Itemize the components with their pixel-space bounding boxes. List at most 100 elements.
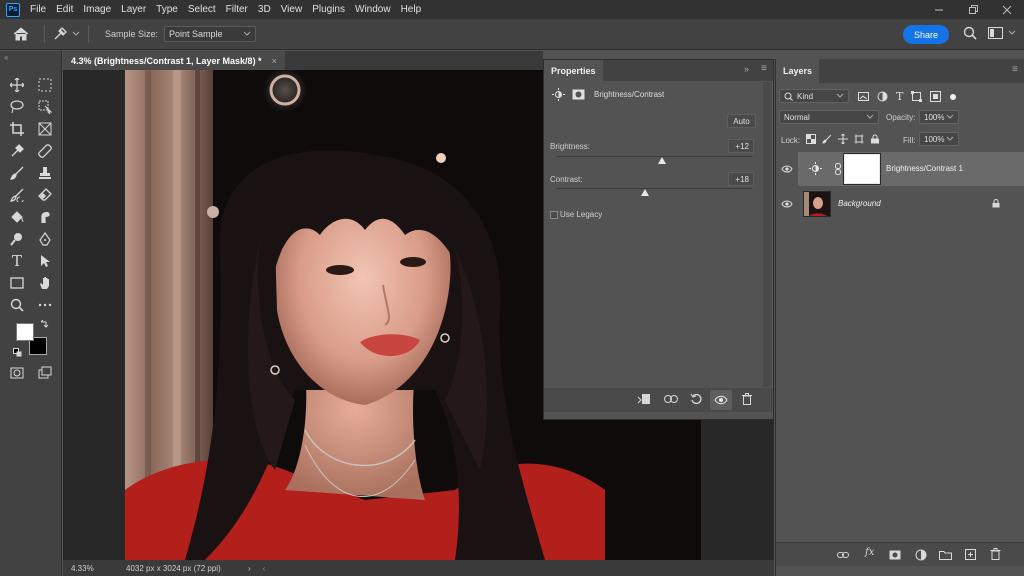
scroll-left-icon[interactable]: ‹ xyxy=(263,564,266,573)
lasso-tool-icon[interactable] xyxy=(6,97,28,117)
layer-row-background[interactable]: Background xyxy=(776,187,1024,221)
swap-colors-icon[interactable] xyxy=(40,319,49,332)
panel-menu-icon[interactable]: ≡ xyxy=(761,63,767,74)
workspace-icon[interactable] xyxy=(988,27,1016,39)
layer-visibility-toggle[interactable] xyxy=(776,152,798,186)
use-legacy-checkbox[interactable] xyxy=(550,211,558,219)
menu-3d[interactable]: 3D xyxy=(254,0,277,19)
menu-image[interactable]: Image xyxy=(79,0,117,19)
layer-visibility-toggle[interactable] xyxy=(776,187,798,221)
filter-toggle-icon[interactable] xyxy=(949,93,957,101)
new-group-icon[interactable] xyxy=(939,550,952,560)
menu-layer[interactable]: Layer xyxy=(117,0,152,19)
path-selection-tool-icon[interactable] xyxy=(34,251,56,271)
search-icon[interactable] xyxy=(963,26,977,43)
menu-file[interactable]: File xyxy=(26,0,52,19)
foreground-color-swatch[interactable] xyxy=(16,323,34,341)
history-brush-tool-icon[interactable] xyxy=(6,185,28,205)
auto-button[interactable]: Auto xyxy=(727,114,756,128)
link-icon[interactable] xyxy=(835,163,841,175)
layer-mask-icon[interactable] xyxy=(572,89,585,100)
dodge-tool-icon[interactable] xyxy=(6,229,28,249)
layer-name[interactable]: Brightness/Contrast 1 xyxy=(886,164,963,173)
toggle-visibility-icon[interactable] xyxy=(710,390,732,410)
home-button[interactable] xyxy=(6,19,36,50)
clip-to-layer-icon[interactable] xyxy=(637,393,651,408)
lock-position-icon[interactable] xyxy=(838,134,848,144)
menu-edit[interactable]: Edit xyxy=(52,0,79,19)
paint-bucket-tool-icon[interactable] xyxy=(6,207,28,227)
layer-row-brightness-contrast[interactable]: Brightness/Contrast 1 xyxy=(776,152,1024,186)
reset-adjustments-icon[interactable] xyxy=(690,393,702,408)
eraser-tool-icon[interactable] xyxy=(34,185,56,205)
menu-plugins[interactable]: Plugins xyxy=(308,0,351,19)
lock-image-pixels-icon[interactable] xyxy=(822,134,832,144)
pen-tool-icon[interactable] xyxy=(34,229,56,249)
smart-object-filter-icon[interactable] xyxy=(930,91,942,102)
collapse-toolbar-icon[interactable]: « xyxy=(4,53,8,62)
panel-menu-icon[interactable]: ≡ xyxy=(1012,64,1018,75)
restore-icon[interactable] xyxy=(956,0,990,19)
eyedropper-tool-preset[interactable] xyxy=(53,27,80,41)
brush-tool-icon[interactable] xyxy=(6,163,28,183)
menu-help[interactable]: Help xyxy=(397,0,428,19)
layer-name[interactable]: Background xyxy=(838,199,881,208)
layer-effects-icon[interactable]: fx xyxy=(865,547,874,558)
adjustment-layer-filter-icon[interactable] xyxy=(877,91,888,102)
move-tool-icon[interactable] xyxy=(6,75,28,95)
menu-window[interactable]: Window xyxy=(351,0,397,19)
link-layers-icon[interactable] xyxy=(837,551,849,559)
crop-tool-icon[interactable] xyxy=(6,119,28,139)
lock-all-icon[interactable] xyxy=(870,134,880,144)
fill-field[interactable]: 100% xyxy=(919,132,959,146)
share-button[interactable]: Share xyxy=(903,25,949,44)
contrast-slider-track[interactable] xyxy=(556,188,752,189)
quick-mask-icon[interactable] xyxy=(6,363,28,383)
close-tab-icon[interactable]: × xyxy=(272,56,277,66)
add-mask-icon[interactable] xyxy=(889,550,901,560)
type-layer-filter-icon[interactable]: T xyxy=(896,90,903,103)
brightness-slider-thumb[interactable] xyxy=(657,157,666,164)
layer-filter-kind-select[interactable]: Kind xyxy=(779,89,849,103)
contrast-slider-thumb[interactable] xyxy=(640,189,649,196)
more-tools-icon[interactable] xyxy=(34,295,56,315)
healing-brush-tool-icon[interactable] xyxy=(34,141,56,161)
blend-mode-select[interactable]: Normal xyxy=(779,110,879,124)
frame-tool-icon[interactable] xyxy=(34,119,56,139)
marquee-tool-icon[interactable] xyxy=(34,75,56,95)
default-colors-icon[interactable] xyxy=(13,348,22,360)
type-tool-icon[interactable]: T xyxy=(6,251,28,271)
delete-adjustment-icon[interactable] xyxy=(741,393,753,408)
contrast-value-field[interactable]: +18 xyxy=(728,172,754,186)
properties-scrollbar[interactable] xyxy=(763,82,771,387)
stamp-tool-icon[interactable] xyxy=(34,163,56,183)
status-menu-icon[interactable]: › xyxy=(248,564,251,573)
menu-select[interactable]: Select xyxy=(184,0,222,19)
menu-view[interactable]: View xyxy=(277,0,309,19)
layer-thumbnail[interactable] xyxy=(803,191,831,217)
delete-layer-icon[interactable] xyxy=(990,548,1001,560)
layer-mask-thumbnail[interactable] xyxy=(843,153,881,185)
close-window-icon[interactable] xyxy=(990,0,1024,19)
layers-tab[interactable]: Layers xyxy=(776,59,820,83)
zoom-tool-icon[interactable] xyxy=(6,295,28,315)
rectangle-tool-icon[interactable] xyxy=(6,273,28,293)
brightness-slider-track[interactable] xyxy=(556,156,752,157)
document-tab[interactable]: 4.3% (Brightness/Contrast 1, Layer Mask/… xyxy=(63,51,285,70)
minimize-icon[interactable] xyxy=(922,0,956,19)
screen-mode-icon[interactable] xyxy=(34,363,56,383)
properties-tab[interactable]: Properties xyxy=(544,60,603,81)
lock-artboard-icon[interactable] xyxy=(854,134,864,144)
pixel-layer-filter-icon[interactable] xyxy=(858,91,869,102)
object-selection-tool-icon[interactable] xyxy=(34,97,56,117)
menu-filter[interactable]: Filter xyxy=(222,0,254,19)
brightness-value-field[interactable]: +12 xyxy=(728,139,754,153)
shape-layer-filter-icon[interactable] xyxy=(911,91,923,102)
sample-size-select[interactable]: Point Sample xyxy=(164,26,257,42)
eyedropper-tool-icon[interactable] xyxy=(6,141,28,161)
new-layer-icon[interactable] xyxy=(965,549,976,560)
opacity-field[interactable]: 100% xyxy=(919,110,959,124)
zoom-level[interactable]: 4.33% xyxy=(71,564,121,573)
lock-transparent-pixels-icon[interactable] xyxy=(806,134,816,144)
view-previous-state-icon[interactable] xyxy=(664,393,678,408)
